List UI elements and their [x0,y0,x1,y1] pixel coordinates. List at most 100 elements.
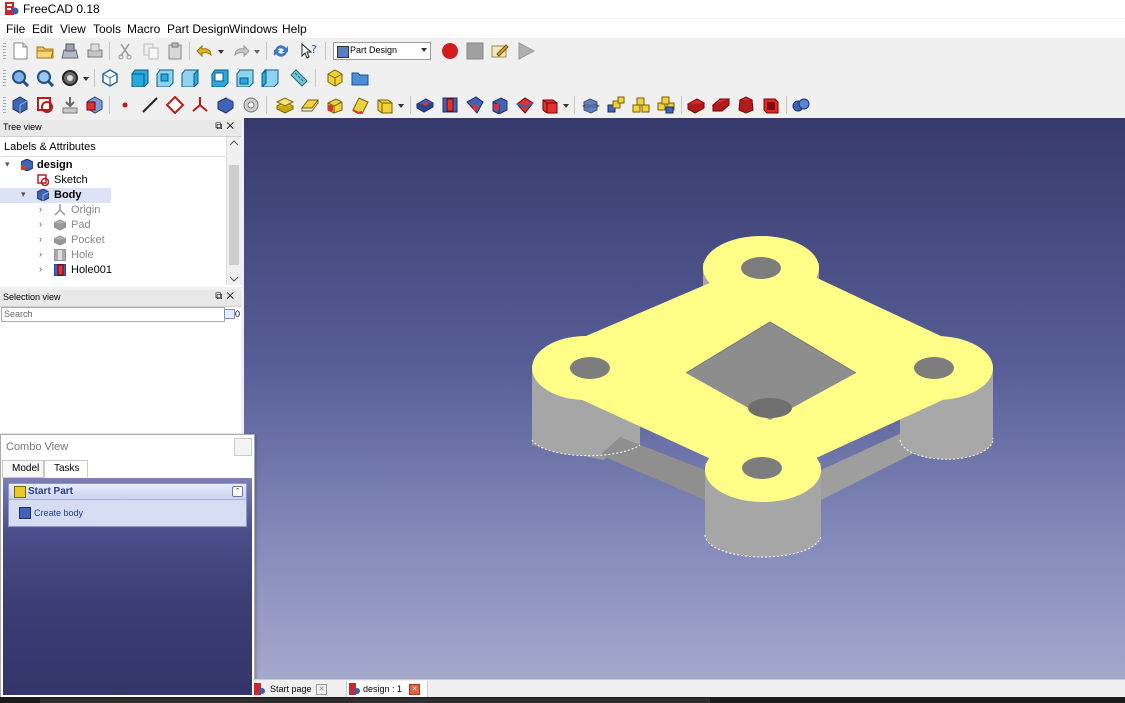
shape-binder-icon[interactable] [86,96,104,114]
menu-tools[interactable]: Tools [93,22,121,36]
fit-all-icon[interactable] [11,69,30,88]
tree-item-origin[interactable]: › Origin [0,203,200,218]
tree-item-body[interactable]: ▾ Body [0,188,111,203]
menu-file[interactable]: File [6,22,25,36]
view-bottom-icon[interactable] [236,69,254,88]
menu-edit[interactable]: Edit [32,22,53,36]
close-icon[interactable]: ✕ [409,684,420,695]
draft-icon[interactable] [737,96,755,114]
view-left-icon[interactable] [261,68,279,89]
redo-dropdown-icon[interactable] [252,42,262,60]
multi-transform-icon[interactable] [657,96,675,114]
menu-view[interactable]: View [60,22,86,36]
view-top-icon[interactable] [156,69,174,88]
scroll-down-icon[interactable] [230,276,238,282]
chevron-right-icon[interactable]: › [39,234,42,244]
pad-icon[interactable] [275,96,295,114]
scroll-up-icon[interactable] [230,140,238,146]
fillet-icon[interactable] [686,96,706,114]
view-right-icon[interactable] [181,68,199,89]
tab-tasks[interactable]: Tasks [44,460,88,478]
create-body-link[interactable]: Create body [34,508,83,518]
edit-macro-icon[interactable] [491,42,509,60]
menu-part-design[interactable]: Part Design [167,22,230,36]
new-document-icon[interactable] [11,42,29,60]
local-coordinate-system-icon[interactable] [191,96,209,114]
view-rear-icon[interactable] [211,69,229,88]
part-model[interactable] [244,118,1125,679]
panel-float-close-icon[interactable]: ⧉✕ [215,121,238,132]
view-isometric-icon[interactable] [101,69,119,87]
tree-column-header[interactable]: Labels & Attributes [1,137,226,157]
subtractive-primitive-dropdown-icon[interactable] [561,96,571,114]
chevron-right-icon[interactable]: › [39,204,42,214]
polar-pattern-icon[interactable] [632,96,650,114]
additive-primitive-dropdown-icon[interactable] [396,96,406,114]
tree-item-pocket[interactable]: › Pocket [0,233,200,248]
tab-start-page[interactable]: Start page ✕ [254,681,334,697]
linear-pattern-icon[interactable] [607,96,625,114]
validate-sketch-icon[interactable] [61,96,79,114]
create-body-icon[interactable] [11,96,29,114]
draw-style-dropdown-icon[interactable] [81,69,91,87]
thickness-icon[interactable] [762,96,780,114]
redo-icon[interactable] [232,42,250,60]
subtractive-loft-icon[interactable] [491,96,509,115]
chevron-right-icon[interactable]: › [39,249,42,259]
datum-line-icon[interactable] [141,96,159,114]
tab-model[interactable]: Model [2,460,44,478]
create-group-icon[interactable] [351,69,369,87]
draw-style-icon[interactable] [61,69,79,87]
clone-icon[interactable] [216,96,234,114]
scrollbar-thumb[interactable] [229,165,239,265]
chamfer-icon[interactable] [711,96,731,114]
close-icon[interactable]: ✕ [316,684,327,695]
create-sketch-icon[interactable] [36,96,54,114]
hole-icon[interactable] [441,96,459,114]
toolbar-grip[interactable] [3,97,6,113]
save-icon[interactable] [61,42,79,60]
chevron-down-icon[interactable]: ▾ [21,189,26,200]
close-icon[interactable] [234,438,252,456]
record-macro-icon[interactable] [441,42,459,60]
tree-item-pad[interactable]: › Pad [0,218,200,233]
whats-this-icon[interactable]: ? [300,42,318,60]
task-box-header[interactable]: Start Part ⌃ [9,484,246,500]
revolution-icon[interactable] [301,96,319,114]
tree-item-hole[interactable]: › Hole [0,248,200,263]
print-icon[interactable] [86,42,104,60]
additive-pipe-icon[interactable] [351,96,369,115]
subtractive-pipe-icon[interactable] [516,96,534,114]
datum-plane-icon[interactable] [165,95,185,115]
subtractive-primitive-icon[interactable] [541,96,559,114]
create-part-icon[interactable] [326,69,344,87]
workbench-selector[interactable]: Part Design [333,42,431,60]
datum-point-icon[interactable] [116,96,134,114]
sub-shape-binder-icon[interactable] [242,96,260,114]
copy-icon[interactable] [142,42,160,60]
tree-item-sketch[interactable]: Sketch [0,173,200,188]
run-macro-icon[interactable] [517,42,536,60]
boolean-operation-icon[interactable] [792,96,810,114]
cut-icon[interactable] [116,42,134,60]
groove-icon[interactable] [466,96,484,114]
additive-primitive-icon[interactable] [376,96,394,114]
view-front-icon[interactable] [131,69,149,88]
chevron-right-icon[interactable]: › [39,219,42,229]
refresh-icon[interactable] [272,42,290,60]
measure-distance-icon[interactable] [290,69,308,87]
additive-loft-icon[interactable] [326,96,344,114]
mirrored-icon[interactable] [581,96,601,114]
chevron-right-icon[interactable]: › [39,264,42,274]
selection-search-input[interactable]: Search [1,307,225,322]
panel-float-close-icon[interactable]: ⧉✕ [215,291,238,302]
tree-item-design[interactable]: ▾ design [0,158,200,173]
stop-macro-icon[interactable] [466,42,484,60]
tab-design[interactable]: design : 1 ✕ [346,681,428,698]
tree-scrollbar[interactable] [226,137,241,285]
menu-macro[interactable]: Macro [127,22,160,36]
tree-item-hole001[interactable]: › Hole001 [0,263,200,278]
toolbar-grip[interactable] [3,70,6,86]
menu-help[interactable]: Help [282,22,307,36]
pocket-icon[interactable] [415,96,435,114]
